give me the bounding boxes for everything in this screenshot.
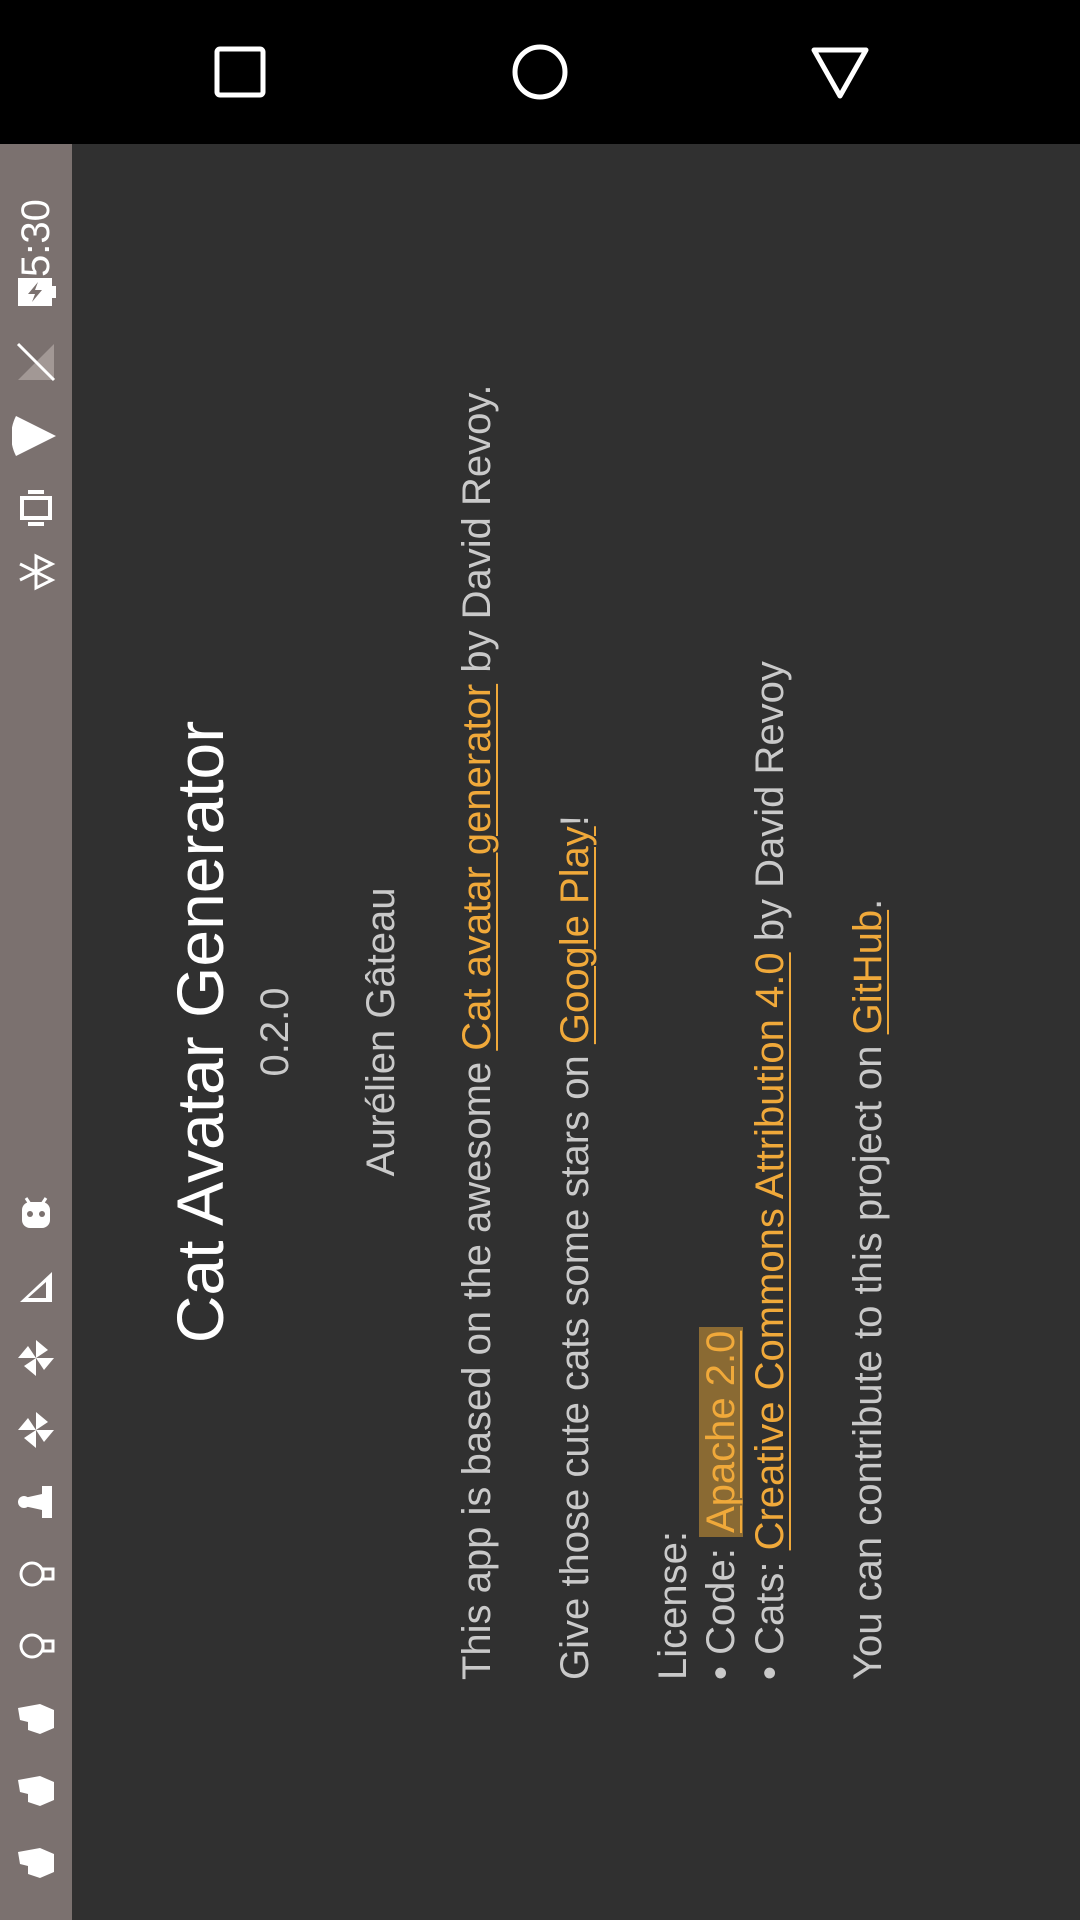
based-on-paragraph: This app is based on the awesome Cat ava…: [452, 384, 502, 1680]
feather-icon: [8, 1258, 64, 1314]
apache-license-link[interactable]: Apache 2.0: [699, 1326, 743, 1538]
contribute-prefix: You can contribute to this project on: [846, 1034, 890, 1681]
square-icon: [214, 46, 266, 98]
bulb-icon: [8, 1546, 64, 1602]
recents-button[interactable]: [200, 32, 280, 112]
github-link[interactable]: GitHub: [846, 910, 890, 1035]
circle-icon: [512, 44, 568, 100]
contribute-suffix: .: [846, 898, 890, 910]
app-version: 0.2.0: [253, 987, 297, 1077]
cats-suffix: by David Revoy: [748, 661, 792, 953]
cat-avatar-generator-link[interactable]: Cat avatar generator: [455, 684, 499, 1051]
license-code-item: • Code: Apache 2.0: [696, 1326, 746, 1680]
wifi-icon: [8, 408, 64, 464]
hand-icon: [8, 1690, 64, 1746]
bulb-icon: [8, 1618, 64, 1674]
about-content: Cat Avatar Generator 0.2.0 Aurélien Gâte…: [72, 144, 1080, 1920]
back-button[interactable]: [800, 32, 880, 112]
stars-paragraph: Give those cute cats some stars on Googl…: [550, 815, 600, 1680]
app-title: Cat Avatar Generator: [163, 720, 237, 1344]
stars-prefix: Give those cute cats some stars on: [553, 1044, 597, 1680]
pinwheel-icon: [8, 1330, 64, 1386]
code-prefix: • Code:: [699, 1537, 743, 1680]
battery-charging-icon: [8, 264, 64, 320]
home-button[interactable]: [500, 32, 580, 112]
based-on-prefix: This app is based on the awesome: [455, 1050, 499, 1680]
cc-by-license-link[interactable]: Creative Commons Attribution 4.0: [748, 952, 792, 1550]
app-author: Aurélien Gâteau: [359, 887, 403, 1177]
hand-icon: [8, 1762, 64, 1818]
android-icon: [8, 1186, 64, 1242]
license-cats-item: • Cats: Creative Commons Attribution 4.0…: [745, 661, 795, 1680]
contribute-paragraph: You can contribute to this project on Gi…: [843, 899, 893, 1680]
google-play-link[interactable]: Google Play: [553, 826, 597, 1044]
navigation-bar: [0, 0, 1080, 144]
triangle-icon: [811, 47, 869, 99]
hand-icon: [8, 1834, 64, 1890]
vibrate-icon: [8, 480, 64, 536]
cats-prefix: • Cats:: [748, 1550, 792, 1680]
chess-piece-icon: [8, 1474, 64, 1530]
stars-suffix: !: [553, 815, 597, 827]
pinwheel-icon: [8, 1402, 64, 1458]
license-label: License:: [651, 1531, 695, 1680]
status-bar: 5:30: [0, 144, 72, 1920]
signal-off-icon: [8, 334, 64, 390]
screen: 5:30 Cat Avatar Generator 0.2.0 Aurélien…: [0, 0, 1080, 1920]
bluetooth-icon: [8, 544, 64, 600]
based-on-suffix: by David Revoy.: [455, 384, 499, 684]
